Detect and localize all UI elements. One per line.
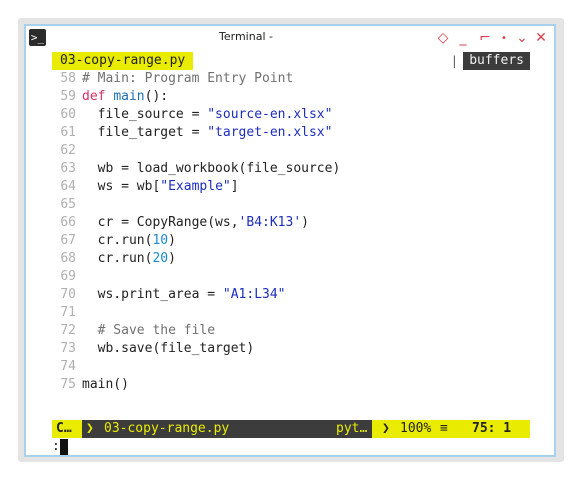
code-token: ():	[144, 89, 169, 104]
code-line[interactable]: 69	[52, 268, 530, 286]
maximize-icon[interactable]: ⌐	[476, 28, 494, 48]
line-number: 65	[60, 197, 76, 212]
code-line[interactable]: 61 file_target = "target-en.xlsx"	[52, 124, 530, 142]
line-number: 61	[60, 125, 76, 140]
code-line[interactable]: 60 file_source = "source-en.xlsx"	[52, 106, 530, 124]
window-title: Terminal -	[219, 30, 273, 43]
code-line[interactable]: 64 ws = wb["Example"]	[52, 178, 530, 196]
code-token: )	[168, 251, 176, 266]
code-token: wb.save(file_target)	[82, 341, 255, 356]
code-line[interactable]: 75 main()	[52, 376, 530, 394]
code-line[interactable]: 66 cr = CopyRange(ws, 'B4:K13')	[52, 214, 530, 232]
code-token: "A1:L34"	[222, 287, 286, 302]
statusline: C… ❯ 03-copy-range.py pyt… ❯ 100% ≡ 75: …	[52, 420, 530, 438]
arrow-icon: ❯	[86, 421, 94, 436]
line-number: 59	[60, 89, 76, 104]
statusline-filename: 03-copy-range.py	[104, 421, 230, 436]
line-number: 73	[60, 341, 76, 356]
terminal-window: >_ Terminal - ◇ _ ⌐ • ⌄ ✕ 03-copy-range.…	[24, 24, 556, 457]
code-line[interactable]: 74	[52, 358, 530, 376]
code-token: main()	[82, 377, 129, 392]
code-line[interactable]: 70 ws.print_area = "A1:L34"	[52, 286, 530, 304]
line-number: 66	[60, 215, 76, 230]
line-number: 75	[60, 377, 76, 392]
line-number: 62	[60, 143, 76, 158]
code-token: cr = CopyRange(ws,	[82, 215, 239, 230]
code-token: cr.run(	[82, 251, 153, 266]
code-token: 20	[152, 251, 169, 266]
code-token: "target-en.xlsx"	[207, 125, 333, 140]
line-number: 64	[60, 179, 76, 194]
code-token: cr.run(	[82, 233, 153, 248]
mode-indicator: C…	[52, 420, 82, 438]
code-token: ]	[230, 179, 239, 194]
code-line[interactable]: 62	[52, 142, 530, 160]
code-area[interactable]: 58 # Main: Program Entry Point 59 def main(…	[52, 70, 530, 394]
minimize-icon[interactable]: _	[454, 28, 472, 48]
code-token: file_target =	[82, 125, 208, 140]
line-number: 58	[60, 71, 76, 86]
code-token: wb = load_workbook(file_source)	[82, 161, 341, 176]
code-line[interactable]: 65	[52, 196, 530, 214]
buffers-label[interactable]: buffers	[463, 52, 530, 70]
code-token: ws.print_area =	[82, 287, 223, 302]
code-line[interactable]: 58 # Main: Program Entry Point	[52, 70, 530, 88]
vim-editor[interactable]: 03-copy-range.py | buffers 58 # Main: Pro…	[52, 52, 530, 455]
diamond-icon[interactable]: ◇	[434, 28, 452, 48]
line-number: 67	[60, 233, 76, 248]
code-token: ws = wb[	[82, 179, 161, 194]
text-cursor	[60, 439, 68, 455]
line-number: 69	[60, 269, 76, 284]
tabline: 03-copy-range.py | buffers	[52, 52, 530, 70]
statusline-position: 75: 1	[472, 421, 512, 436]
chevron-down-icon[interactable]: ⌄	[514, 28, 530, 48]
code-token: )	[168, 233, 176, 248]
code-token: 10	[152, 233, 169, 248]
statusline-filetype: pyt…	[336, 421, 368, 436]
code-line[interactable]: 73 wb.save(file_target)	[52, 340, 530, 358]
menu-icon: ≡	[440, 421, 448, 436]
line-number: 60	[60, 107, 76, 122]
code-line[interactable]: 68 cr.run(20)	[52, 250, 530, 268]
code-token: # Save the file	[82, 323, 216, 338]
statusline-percent: 100%	[400, 421, 432, 436]
code-line[interactable]: 67 cr.run(10)	[52, 232, 530, 250]
code-token: "Example"	[160, 179, 231, 194]
code-line[interactable]: 59 def main ():	[52, 88, 530, 106]
separator-icon: |	[450, 54, 458, 68]
dot-icon[interactable]: •	[498, 28, 510, 48]
code-token: main	[113, 89, 145, 104]
code-token: "source-en.xlsx"	[207, 107, 333, 122]
close-icon[interactable]: ✕	[532, 28, 550, 48]
line-number: 68	[60, 251, 76, 266]
code-token: 'B4:K13'	[238, 215, 302, 230]
line-number: 74	[60, 359, 76, 374]
code-line[interactable]: 63 wb = load_workbook(file_source)	[52, 160, 530, 178]
line-number: 71	[60, 305, 76, 320]
command-line[interactable]: :	[52, 438, 530, 455]
tab-active-file[interactable]: 03-copy-range.py	[52, 52, 194, 70]
line-number: 63	[60, 161, 76, 176]
code-token: def	[82, 89, 114, 104]
code-token: # Main: Program Entry Point	[82, 71, 294, 86]
arrow-icon: ❯	[382, 421, 390, 436]
line-number: 70	[60, 287, 76, 302]
code-line[interactable]: 72 # Save the file	[52, 322, 530, 340]
code-token: file_source =	[82, 107, 208, 122]
line-number: 72	[60, 323, 76, 338]
command-prompt: :	[52, 439, 60, 454]
code-token: )	[301, 215, 309, 230]
code-line[interactable]: 71	[52, 304, 530, 322]
title-bar[interactable]: >_ Terminal - ◇ _ ⌐ • ⌄ ✕	[26, 26, 554, 52]
